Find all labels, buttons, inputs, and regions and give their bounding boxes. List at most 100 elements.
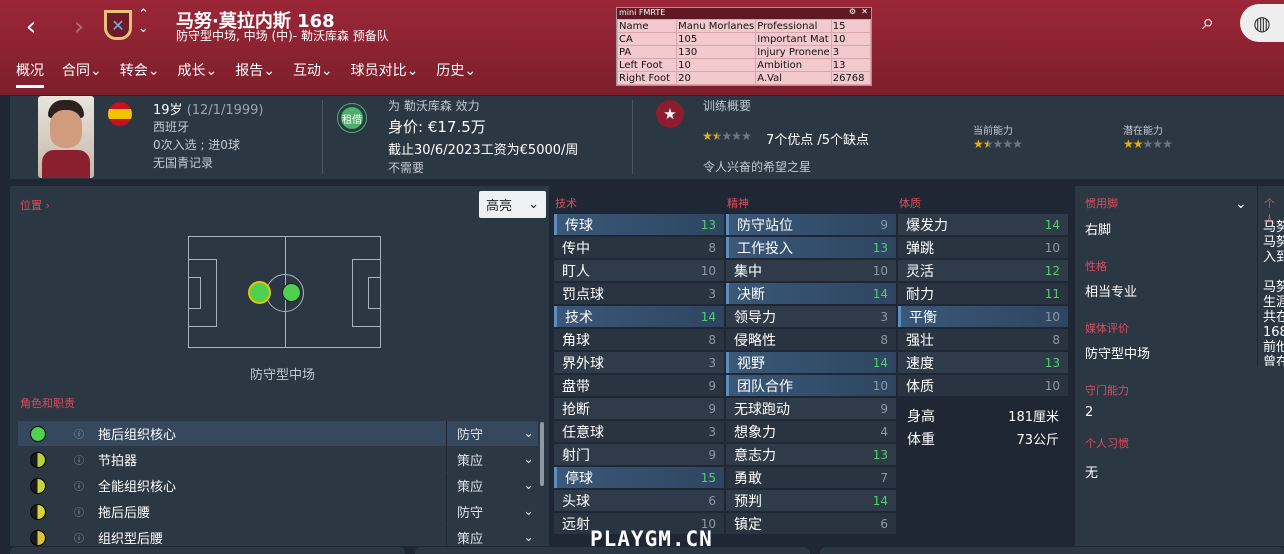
attribute-row[interactable]: 传球 13 [554,214,724,235]
attribute-row[interactable]: 镇定 6 [726,513,896,534]
duty-dropdown[interactable]: 策应 ⌄ [446,447,542,472]
position-link[interactable]: 位置 › [20,197,50,213]
attribute-row[interactable]: 抢断 9 [554,398,724,419]
attribute-row[interactable]: 爆发力 14 [898,214,1068,235]
back-icon[interactable]: ‹ [16,12,46,42]
mini-fmrte-cell: PA [616,45,678,59]
attribute-row[interactable]: 任意球 3 [554,421,724,442]
attribute-name: 速度 [906,355,934,372]
attribute-row[interactable]: 灵活 12 [898,260,1068,281]
attribute-row[interactable]: 技术 14 [554,306,724,327]
pa-label: 潜在能力 [1123,126,1163,137]
attribute-row[interactable]: 界外球 3 [554,352,724,373]
mini-fmrte-row: Name Manu Morlanes Professional 15 [616,19,872,33]
footer-panel [820,547,1284,554]
bio-line: 共在 [1263,310,1284,325]
roles-scrollbar[interactable] [540,422,544,486]
attribute-row[interactable]: 侵略性 8 [726,329,896,350]
tab-4[interactable]: 报告⌄ [235,60,275,88]
attribute-row[interactable]: 视野 14 [726,352,896,373]
attribute-row[interactable]: 停球 15 [554,467,724,488]
role-row[interactable]: ⓘ 拖后后腰 防守 ⌄ [18,499,538,524]
attribute-row[interactable]: 盯人 10 [554,260,724,281]
role-name: 节拍器 [98,454,138,469]
attribute-row[interactable]: 意志力 13 [726,444,896,465]
duty-dropdown[interactable]: 防守 ⌄ [446,421,542,446]
position-dot-mc [282,283,301,302]
mini-fmrte-cell: Left Foot [616,58,678,72]
globe-icon[interactable]: ◍ [1240,4,1284,42]
bio-line: 马努 [1263,220,1284,235]
gear-icon[interactable]: ⚙ [849,7,856,16]
chevron-down-icon[interactable]: ⌄ [1235,196,1247,212]
attribute-row[interactable]: 弹跳 10 [898,237,1068,258]
attribute-row[interactable]: 传中 8 [554,237,724,258]
attribute-row[interactable]: 勇敢 7 [726,467,896,488]
chevron-down-icon: ⌄ [523,530,534,545]
attribute-row[interactable]: 平衡 10 [898,306,1068,327]
attribute-row[interactable]: 团队合作 10 [726,375,896,396]
pitch-diagram [188,236,381,348]
player-switch-icon[interactable]: ⌃ ⌄ [138,8,149,36]
tab-1[interactable]: 合同⌄ [62,60,102,88]
role-row[interactable]: ⓘ 全能组织核心 策应 ⌄ [18,473,538,498]
star-empty-icon: ★ [731,129,742,143]
player-subtitle: 防守型中场, 中场 (中)- 勒沃库森 预备队 [176,29,389,43]
info-icon[interactable]: ⓘ [74,478,84,493]
attribute-row[interactable]: 耐力 11 [898,283,1068,304]
tab-3[interactable]: 成长⌄ [177,60,217,88]
player-value: 身价: €17.5万 [388,118,486,136]
role-row[interactable]: ⓘ 拖后组织核心 防守 ⌄ [18,421,538,446]
attribute-row[interactable]: 工作投入 13 [726,237,896,258]
mini-fmrte-cell: A.Val [755,71,832,85]
tab-2[interactable]: 转会⌄ [120,60,160,88]
tab-0[interactable]: 概况 [16,60,44,88]
chevron-down-icon: ⌄ [523,426,534,441]
chevron-down-icon: ⌄ [523,478,534,493]
attribute-row[interactable]: 无球跑动 9 [726,398,896,419]
attribute-row[interactable]: 罚点球 3 [554,283,724,304]
attribute-row[interactable]: 速度 13 [898,352,1068,373]
foot-label: 惯用脚 [1085,197,1118,210]
info-icon[interactable]: ⓘ [74,426,84,441]
attribute-row[interactable]: 射门 9 [554,444,724,465]
info-icon[interactable]: ⓘ [74,452,84,467]
attribute-row[interactable]: 盘带 9 [554,375,724,396]
attribute-row[interactable]: 决断 14 [726,283,896,304]
attribute-row[interactable]: 预判 14 [726,490,896,511]
mini-fmrte-cell: Injury Pronene [755,45,832,59]
duty-dropdown[interactable]: 策应 ⌄ [446,473,542,498]
attribute-name: 停球 [565,470,593,487]
attribute-row[interactable]: 强壮 8 [898,329,1068,350]
duty-dropdown[interactable]: 防守 ⌄ [446,499,542,524]
attribute-row[interactable]: 领导力 3 [726,306,896,327]
pa-stars: ★★★★★ [1123,137,1173,151]
media-value: 防守型中场 [1085,347,1151,362]
attribute-row[interactable]: 想象力 4 [726,421,896,442]
info-icon[interactable]: ⓘ [74,530,84,545]
attribute-value: 14 [700,309,716,324]
highlight-dropdown[interactable]: 高亮 ⌄ [479,191,546,218]
mini-fmrte-window[interactable]: mini FMRTE ⚙ ✕ Name Manu Morlanes Profession… [616,7,872,86]
tab-6[interactable]: 球员对比⌄ [351,60,419,88]
attribute-name: 镇定 [734,516,762,533]
tab-5[interactable]: 互动⌄ [293,60,333,88]
attribute-row[interactable]: 头球 6 [554,490,724,511]
attribute-row[interactable]: 体质 10 [898,375,1068,396]
star-empty-icon: ★ [1152,137,1163,151]
star-empty-icon: ★ [1162,137,1173,151]
attribute-name: 传中 [562,240,590,257]
duty-value: 防守 [457,506,484,521]
contract-info: 截止30/6/2023工资为€5000/周 [388,143,579,158]
attribute-row[interactable]: 角球 8 [554,329,724,350]
attribute-row[interactable]: 集中 10 [726,260,896,281]
player-age: 19岁 (12/1/1999) [153,99,264,118]
attribute-row[interactable]: 防守站位 9 [726,214,896,235]
role-row[interactable]: ⓘ 节拍器 策应 ⌄ [18,447,538,472]
forward-icon[interactable]: › [64,12,94,42]
info-icon[interactable]: ⓘ [74,504,84,519]
tab-7[interactable]: 历史⌄ [436,60,476,88]
close-icon[interactable]: ✕ [861,7,868,16]
search-icon[interactable]: ⌕ [1202,10,1214,35]
mini-fmrte-cell: Manu Morlanes [676,19,757,33]
